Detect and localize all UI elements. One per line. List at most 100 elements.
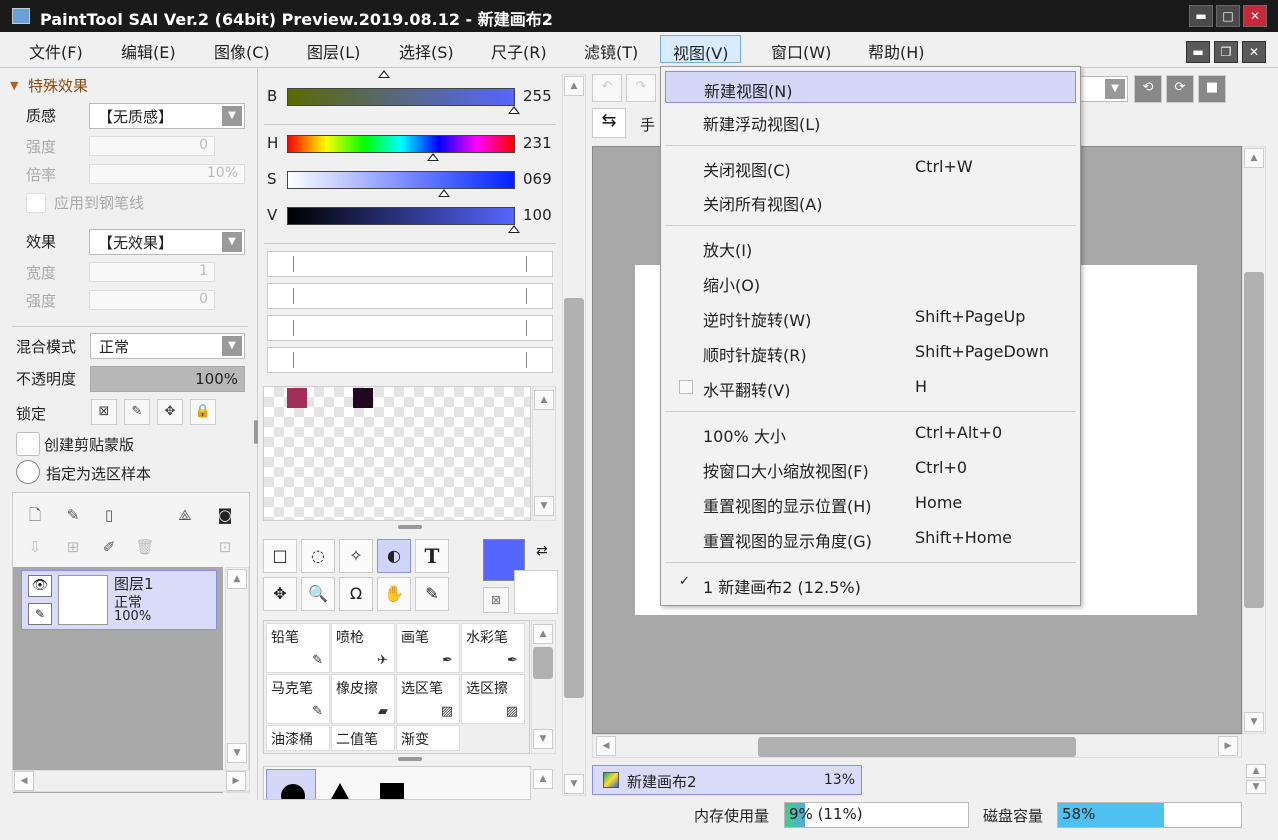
brush-pencil[interactable]: 铅笔 ✎ — [266, 623, 330, 673]
scroll-up-icon[interactable]: ▲ — [1246, 764, 1266, 778]
close-button[interactable]: ✕ — [1243, 5, 1267, 27]
menu-layer[interactable]: 图层(L) — [295, 35, 372, 63]
menu-image[interactable]: 图像(C) — [202, 35, 282, 63]
scratch-slider-3[interactable] — [267, 315, 553, 341]
rotate-cw-button[interactable]: ⟳ — [1166, 75, 1194, 103]
scroll-up-icon[interactable]: ▲ — [1244, 148, 1264, 168]
menu-file[interactable]: 文件(F) — [17, 35, 95, 63]
brush-select-eraser[interactable]: 选区擦 ▨ — [461, 674, 525, 724]
texture-scale-field[interactable]: 10% — [89, 164, 245, 184]
eye-icon[interactable]: 👁 — [28, 575, 52, 597]
scroll-thumb[interactable] — [1244, 272, 1264, 608]
flip-view-button[interactable]: ⇆ — [592, 108, 626, 138]
scroll-down-icon[interactable]: ▼ — [227, 743, 247, 763]
brush-select-pen[interactable]: 选区笔 ▨ — [396, 674, 460, 724]
menu-item-zoom-out[interactable]: 缩小(O) — [665, 266, 1076, 298]
menu-view[interactable]: 视图(V) — [660, 35, 742, 63]
scroll-down-icon[interactable]: ▼ — [534, 496, 554, 516]
scratch-slider-2[interactable] — [267, 283, 553, 309]
brush-eraser[interactable]: 橡皮擦 ▰ — [331, 674, 395, 724]
layer-transform-icon[interactable]: ⟁ — [173, 503, 197, 527]
s-slider[interactable] — [287, 171, 515, 189]
s-slider-handle[interactable] — [438, 189, 450, 197]
scroll-down-icon[interactable]: ▼ — [1244, 712, 1264, 732]
new-pen-layer-icon[interactable]: ✎ — [61, 503, 85, 527]
menu-item-zoom-in[interactable]: 放大(I) — [665, 231, 1076, 263]
menu-ruler[interactable]: 尺子(R) — [479, 35, 559, 63]
lock-transparency-button[interactable]: ⊠ — [91, 399, 117, 425]
scratch-slider-4[interactable] — [267, 347, 553, 373]
menu-item-fit-window[interactable]: 按窗口大小缩放视图(F) Ctrl+0 — [665, 452, 1076, 484]
scroll-up-icon[interactable]: ▲ — [227, 569, 247, 589]
brush-watercolor[interactable]: 水彩笔 ✒ — [461, 623, 525, 673]
new-folder-icon[interactable]: ▯ — [97, 503, 121, 527]
effect-select[interactable]: 【无效果】 ▼ — [89, 229, 245, 255]
transparent-color-icon[interactable]: ⊠ — [483, 587, 509, 613]
scroll-right-icon[interactable]: ▶ — [226, 771, 246, 791]
circle-shape-icon[interactable] — [266, 769, 316, 799]
layer-mask-icon[interactable]: ◙ — [213, 503, 237, 527]
rotate-tool[interactable]: Ω — [339, 577, 373, 611]
menu-item-rotate-ccw[interactable]: 逆时针旋转(W) Shift+PageUp — [665, 301, 1076, 333]
scroll-thumb[interactable] — [758, 737, 1076, 757]
new-layer-icon[interactable]: 🗋 — [23, 503, 47, 527]
menu-item-reset-angle[interactable]: 重置视图的显示角度(G) Shift+Home — [665, 522, 1076, 554]
brush-marker[interactable]: 马克笔 ✎ — [266, 674, 330, 724]
menu-item-new-float-view[interactable]: 新建浮动视图(L) — [665, 105, 1076, 137]
redo-button[interactable]: ↷ — [626, 74, 656, 102]
scroll-down-icon[interactable]: ▼ — [533, 729, 553, 749]
square-shape-icon[interactable] — [380, 783, 404, 799]
clip-mask-checkbox[interactable] — [16, 432, 40, 456]
doc-restore-button[interactable]: ❐ — [1214, 41, 1238, 63]
scroll-up-icon[interactable]: ▲ — [534, 390, 554, 410]
doc-minimize-button[interactable]: ▬ — [1186, 41, 1210, 63]
magic-wand-tool[interactable]: ✧ — [339, 539, 373, 573]
scroll-right-icon[interactable]: ▶ — [1218, 736, 1238, 756]
shape-select-tool[interactable]: ◐ — [377, 539, 411, 573]
menu-item-close-all-views[interactable]: 关闭所有视图(A) — [665, 185, 1076, 217]
collapse-arrow-icon[interactable]: ▼ — [10, 79, 18, 92]
scroll-up-icon[interactable]: ▲ — [533, 769, 553, 789]
scroll-thumb[interactable] — [533, 647, 553, 679]
undo-button[interactable]: ↶ — [592, 74, 622, 102]
texture-strength-field[interactable]: 0 — [89, 136, 215, 156]
b-slider-handle[interactable] — [508, 106, 520, 114]
v-slider[interactable] — [287, 207, 515, 225]
selection-source-radio[interactable] — [16, 460, 40, 484]
opacity-slider[interactable]: 100% — [90, 366, 245, 392]
brush-bucket[interactable]: 油漆桶 — [266, 725, 330, 751]
scroll-up-icon[interactable]: ▲ — [564, 76, 584, 96]
menu-select[interactable]: 选择(S) — [387, 35, 466, 63]
rect-select-tool[interactable]: □ — [263, 539, 297, 573]
h-slider-handle[interactable] — [427, 153, 439, 161]
minimize-button[interactable]: ▬ — [1189, 5, 1213, 27]
menu-item-new-view[interactable]: 新建视图(N) — [665, 71, 1076, 103]
texture-select[interactable]: 【无质感】 ▼ — [89, 103, 245, 129]
lock-all-button[interactable]: 🔒 — [190, 399, 216, 425]
effect-width-field[interactable]: 1 — [89, 262, 215, 282]
menu-filter[interactable]: 滤镜(T) — [572, 35, 650, 63]
v-slider-handle[interactable] — [508, 225, 520, 233]
maximize-button[interactable]: □ — [1216, 5, 1240, 27]
layer-hscrollbar[interactable] — [12, 770, 250, 792]
h-slider[interactable] — [287, 135, 515, 153]
background-color[interactable] — [514, 570, 558, 614]
scroll-down-icon[interactable]: ▼ — [564, 774, 584, 794]
text-tool[interactable]: T — [415, 539, 449, 573]
apply-pen-checkbox[interactable] — [26, 193, 46, 213]
zoom-tool[interactable]: 🔍 — [301, 577, 335, 611]
scroll-left-icon[interactable]: ◀ — [14, 771, 34, 791]
menu-item-canvas-1[interactable]: ✓ 1 新建画布2 (12.5%) — [665, 568, 1076, 600]
menu-window[interactable]: 窗口(W) — [759, 35, 843, 63]
brush-gradient[interactable]: 渐变 — [396, 725, 460, 751]
menu-item-reset-position[interactable]: 重置视图的显示位置(H) Home — [665, 487, 1076, 519]
lock-move-button[interactable]: ✥ — [157, 399, 183, 425]
scroll-down-icon[interactable]: ▼ — [1246, 780, 1266, 794]
blend-mode-select[interactable]: 正常 ▼ — [90, 333, 245, 359]
menu-item-rotate-cw[interactable]: 顺时针旋转(R) Shift+PageDown — [665, 336, 1076, 368]
brush-brush[interactable]: 画笔 ✒ — [396, 623, 460, 673]
brush-binary[interactable]: 二值笔 — [331, 725, 395, 751]
rotate-ccw-button[interactable]: ⟲ — [1134, 75, 1162, 103]
splitter-grip[interactable] — [398, 757, 422, 761]
scratch-slider-1[interactable] — [267, 251, 553, 277]
